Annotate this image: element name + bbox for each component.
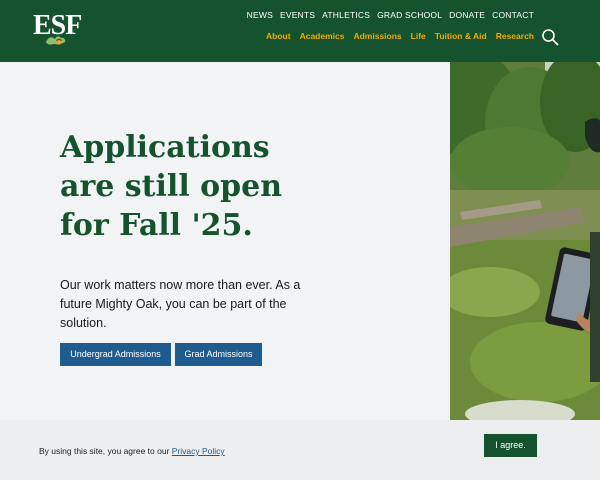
main-nav-life[interactable]: Life bbox=[411, 30, 426, 42]
main-nav-about[interactable]: About bbox=[266, 30, 291, 42]
undergrad-admissions-button[interactable]: Undergrad Admissions bbox=[60, 343, 171, 366]
grad-admissions-button[interactable]: Grad Admissions bbox=[175, 343, 262, 366]
oak-leaf-icon bbox=[46, 36, 66, 45]
util-nav-contact[interactable]: CONTACT bbox=[492, 9, 534, 21]
utility-nav: NEWS EVENTS ATHLETICS GRAD SCHOOL DONATE… bbox=[247, 9, 534, 21]
util-nav-events[interactable]: EVENTS bbox=[280, 9, 315, 21]
hero-photo bbox=[450, 62, 600, 420]
hero-headline: Applications are still open for Fall '25… bbox=[60, 130, 283, 243]
main-nav-admissions[interactable]: Admissions bbox=[353, 30, 401, 42]
site-header: ESF NEWS EVENTS ATHLETICS GRAD SCHOOL DO… bbox=[0, 0, 600, 62]
main-nav-academics[interactable]: Academics bbox=[300, 30, 345, 42]
cookie-message: By using this site, you agree to our Pri… bbox=[39, 445, 225, 457]
hero-subtext: Our work matters now more than ever. As … bbox=[60, 278, 301, 330]
util-nav-athletics[interactable]: ATHLETICS bbox=[322, 9, 370, 21]
util-nav-grad-school[interactable]: GRAD SCHOOL bbox=[377, 9, 442, 21]
cookie-text: By using this site, you agree to our bbox=[39, 446, 170, 456]
util-nav-news[interactable]: NEWS bbox=[247, 9, 273, 21]
search-icon[interactable] bbox=[541, 28, 559, 46]
main-nav: About Academics Admissions Life Tuition … bbox=[266, 30, 534, 42]
agree-button[interactable]: I agree. bbox=[484, 434, 537, 457]
main-nav-tuition-aid[interactable]: Tuition & Aid bbox=[435, 30, 487, 42]
util-nav-donate[interactable]: DONATE bbox=[449, 9, 485, 21]
privacy-policy-link[interactable]: Privacy Policy bbox=[172, 446, 225, 456]
main-nav-research[interactable]: Research bbox=[496, 30, 534, 42]
